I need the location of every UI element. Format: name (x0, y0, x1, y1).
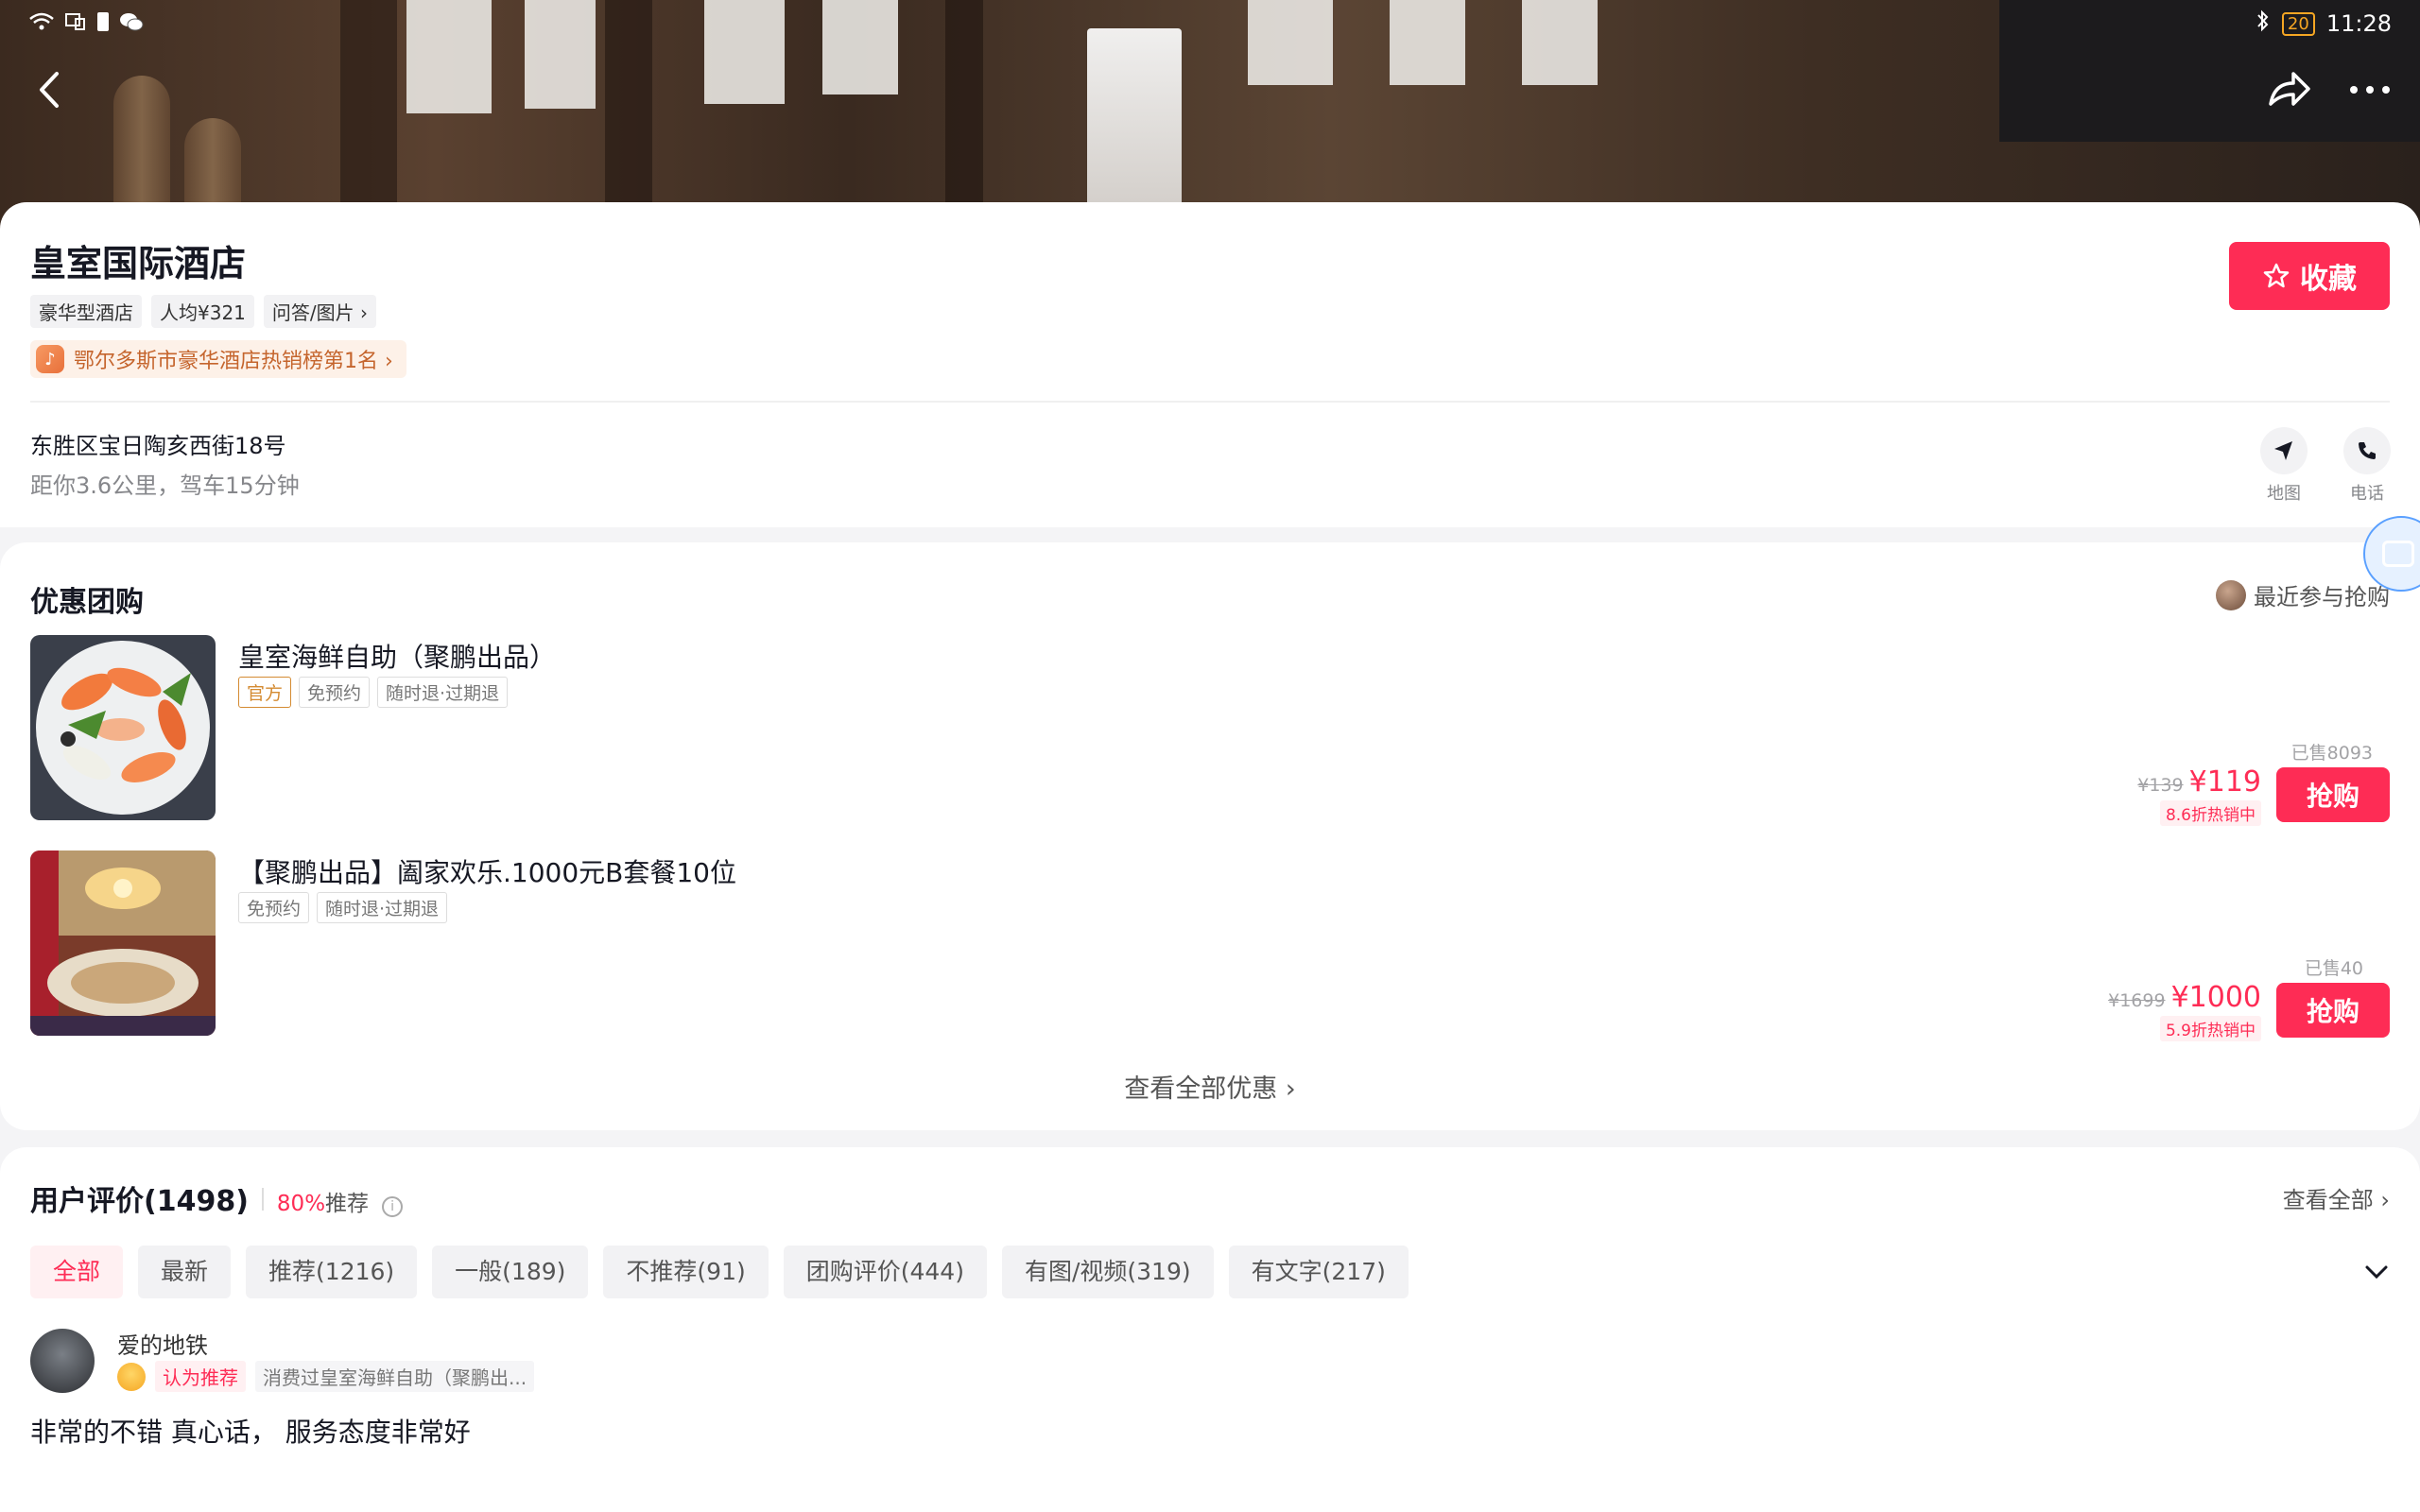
view-all-reviews-link[interactable]: 查看全部 › (2283, 1181, 2390, 1214)
info-icon[interactable]: i (382, 1196, 404, 1217)
share-button[interactable] (2265, 66, 2312, 121)
deal-image-seafood (30, 635, 216, 820)
review-meta: 认为推荐 消费过皇室海鲜自助（聚鹏出... (117, 1361, 535, 1392)
filter-not-recommend[interactable]: 不推荐(91) (603, 1246, 769, 1298)
wechat-icon (119, 11, 144, 38)
deal-labels: 官方 免预约 随时退·过期退 (238, 677, 509, 708)
wifi-icon (28, 11, 55, 38)
divider (261, 1188, 264, 1211)
deal-labels: 免预约 随时退·过期退 (238, 892, 448, 923)
original-price: ¥1699 (2108, 990, 2166, 1011)
rank-text: 鄂尔多斯市豪华酒店热销榜第1名 › (74, 350, 393, 373)
deal-name: 【聚鹏出品】阖家欢乐.1000元B套餐10位 (238, 857, 736, 888)
sold-count: 已售40 (2304, 958, 2363, 979)
deal-item[interactable]: 【聚鹏出品】阖家欢乐.1000元B套餐10位 免预约 随时退·过期退 已售40 … (30, 850, 2390, 1041)
filter-all[interactable]: 全部 (30, 1246, 124, 1298)
douyin-icon: ♪ (36, 345, 64, 373)
review-text: 非常的不错 真心话， 服务态度非常好 (30, 1417, 471, 1448)
clock: 11:28 (2325, 10, 2392, 37)
hotel-address[interactable]: 东胜区宝日陶亥西街18号 (30, 427, 286, 460)
rank-banner[interactable]: ♪ 鄂尔多斯市豪华酒店热销榜第1名 › (30, 340, 406, 378)
price-box: ¥139 ¥119 8.6折热销中 (2137, 765, 2261, 826)
review-username[interactable]: 爱的地铁 (117, 1327, 208, 1360)
phone-label: 电话 (2350, 484, 2384, 504)
chevron-left-icon (40, 72, 59, 108)
recommend-word: 推荐 (325, 1192, 370, 1216)
navigation-arrow-icon (2260, 427, 2308, 474)
recommend-badge: 认为推荐 (155, 1361, 246, 1392)
share-icon (2269, 72, 2310, 106)
discount-badge: 8.6折热销中 (2159, 800, 2261, 826)
filter-latest[interactable]: 最新 (138, 1246, 232, 1298)
sold-count: 已售8093 (2290, 743, 2373, 764)
label-refund: 随时退·过期退 (317, 892, 448, 923)
filter-with-text[interactable]: 有文字(217) (1228, 1246, 1409, 1298)
price-line: ¥1699 ¥1000 (2108, 981, 2261, 1014)
more-dots-icon (2350, 86, 2390, 94)
status-icons-right: 20 11:28 (2256, 9, 2392, 38)
battery-indicator: 20 (2281, 11, 2315, 36)
group-deals-card: 优惠团购 最近参与抢购 皇室海鲜自助（聚鹏出品） 官方 免预约 随时退·过期退 … (0, 516, 2420, 1130)
filter-with-media[interactable]: 有图/视频(319) (1001, 1246, 1214, 1298)
review-filters: 全部 最新 推荐(1216) 一般(189) 不推荐(91) 团购评价(444)… (30, 1246, 1409, 1298)
filter-recommend[interactable]: 推荐(1216) (246, 1246, 418, 1298)
filter-average[interactable]: 一般(189) (432, 1246, 589, 1298)
more-button[interactable] (2346, 66, 2394, 121)
label-no-reservation: 免预约 (238, 892, 310, 923)
divider (30, 401, 2390, 403)
avatar[interactable] (30, 1329, 95, 1393)
hotel-tags: 豪华型酒店 人均¥321 问答/图片 › (30, 295, 376, 328)
reviews-card: 用户评价(1498) 80%推荐 i 查看全部 › 全部 最新 推荐(1216)… (0, 1147, 2420, 1512)
label-official: 官方 (238, 677, 292, 708)
hotel-info-card: 皇室国际酒店 豪华型酒店 人均¥321 问答/图片 › ♪ 鄂尔多斯市豪华酒店热… (0, 202, 2420, 527)
price-box: ¥1699 ¥1000 5.9折热销中 (2108, 981, 2261, 1041)
back-button[interactable] (32, 66, 66, 121)
map-button[interactable]: 地图 (2256, 427, 2312, 505)
phone-button[interactable]: 电话 (2339, 427, 2395, 505)
deals-title: 优惠团购 (30, 586, 144, 619)
deal-item[interactable]: 皇室海鲜自助（聚鹏出品） 官方 免预约 随时退·过期退 已售8093 ¥139 … (30, 635, 2390, 826)
deal-name: 皇室海鲜自助（聚鹏出品） (238, 642, 557, 673)
chevron-down-icon[interactable] (2363, 1257, 2390, 1288)
see-all-deals-link[interactable]: 查看全部优惠 › (0, 1068, 2420, 1105)
sim-icon (96, 11, 110, 38)
map-label: 地图 (2267, 484, 2301, 504)
original-price: ¥139 (2137, 775, 2184, 796)
consumed-item: 消费过皇室海鲜自助（聚鹏出... (255, 1361, 535, 1392)
filter-group-review[interactable]: 团购评价(444) (783, 1246, 987, 1298)
buy-button[interactable]: 抢购 (2276, 767, 2390, 822)
phone-icon (2343, 427, 2391, 474)
favorite-button[interactable]: 收藏 (2229, 242, 2390, 310)
bluetooth-icon (2256, 9, 2271, 38)
tag-qa-photos[interactable]: 问答/图片 › (263, 295, 376, 328)
reviews-title: 用户评价(1498) (30, 1185, 249, 1218)
buyer-avatar (2216, 579, 2246, 610)
status-icons-left (28, 11, 144, 38)
deal-image-banquet (30, 850, 216, 1036)
star-icon (2263, 263, 2290, 288)
buy-button[interactable]: 抢购 (2276, 983, 2390, 1038)
reviews-header: 用户评价(1498) 80%推荐 i (30, 1177, 404, 1219)
recent-buyers[interactable]: 最近参与抢购 (2216, 578, 2390, 611)
recent-buyers-label: 最近参与抢购 (2254, 584, 2390, 610)
hotel-name: 皇室国际酒店 (30, 243, 247, 284)
hotel-distance: 距你3.6公里，驾车15分钟 (30, 472, 300, 499)
current-price: ¥119 (2188, 765, 2261, 799)
discount-badge: 5.9折热销中 (2159, 1016, 2261, 1041)
tag-average-price: 人均¥321 (151, 295, 254, 328)
current-price: ¥1000 (2170, 981, 2261, 1014)
tag-hotel-type: 豪华型酒店 (30, 295, 142, 328)
recommend-percent: 80% (276, 1192, 326, 1216)
price-line: ¥139 ¥119 (2137, 765, 2261, 799)
smile-emoji-icon (117, 1362, 146, 1391)
favorite-label: 收藏 (2300, 263, 2357, 296)
label-no-reservation: 免预约 (299, 677, 371, 708)
cast-icon (64, 11, 87, 38)
status-bar: 20 11:28 (0, 8, 2420, 42)
label-refund: 随时退·过期退 (377, 677, 509, 708)
